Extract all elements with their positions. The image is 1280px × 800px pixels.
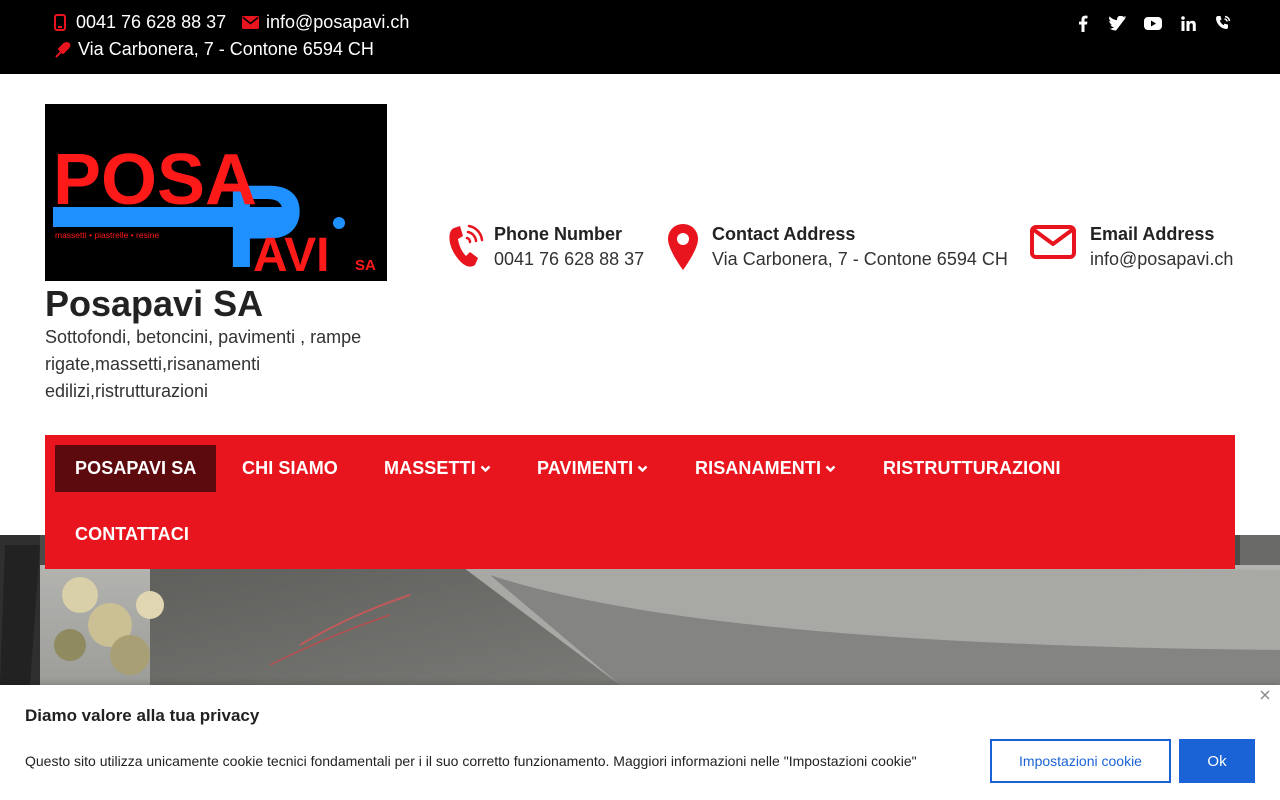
nav-item-posapavi-sa[interactable]: POSAPAVI SA — [55, 445, 217, 492]
chevron-down-icon — [480, 465, 491, 473]
header-phone-info: Phone Number 0041 76 628 88 37 — [444, 222, 644, 272]
nav-label: POSAPAVI SA — [75, 458, 197, 478]
phone-icon — [444, 222, 486, 272]
site-logo[interactable]: P POSA AVI massetti • piastrelle • resin… — [45, 104, 387, 281]
cookie-settings-button[interactable]: Impostazioni cookie — [990, 739, 1171, 783]
email-label: Email Address — [1090, 224, 1215, 244]
nav-label: RISANAMENTI — [695, 458, 822, 478]
topbar-email[interactable]: info@posapavi.ch — [240, 12, 409, 33]
location-pin-icon — [662, 222, 704, 272]
nav-item-contattaci[interactable]: CONTATTACI — [55, 511, 209, 558]
nav-label: CHI SIAMO — [242, 458, 338, 478]
chevron-down-icon — [637, 465, 648, 473]
nav-item-ristrutturazioni[interactable]: RISTRUTTURAZIONI — [863, 445, 1081, 492]
address-value: Via Carbonera, 7 - Contone 6594 CH — [712, 249, 1008, 269]
nav-item-chi-siamo[interactable]: CHI SIAMO — [222, 445, 358, 492]
site-title[interactable]: Posapavi SA — [45, 283, 263, 325]
cookie-ok-button[interactable]: Ok — [1179, 739, 1255, 783]
phone-label: Phone Number — [494, 224, 623, 244]
nav-label: RISTRUTTURAZIONI — [883, 458, 1061, 478]
nav-label: MASSETTI — [384, 458, 476, 478]
logo-tagline: massetti • piastrelle • resine — [55, 230, 159, 240]
envelope-icon — [240, 13, 260, 33]
logo-word-posa: POSA — [53, 140, 257, 220]
cookie-description: Questo sito utilizza unicamente cookie t… — [25, 753, 917, 769]
topbar-phone[interactable]: 0041 76 628 88 37 — [50, 12, 226, 33]
twitter-icon[interactable] — [1109, 13, 1127, 33]
topbar-address: Via Carbonera, 7 - Contone 6594 CH — [52, 39, 374, 60]
topbar-email-text: info@posapavi.ch — [266, 12, 410, 32]
social-links — [1074, 13, 1232, 33]
site-description: Sottofondi, betoncini, pavimenti , rampe… — [45, 327, 362, 401]
close-icon[interactable] — [1258, 688, 1272, 702]
address-label: Contact Address — [712, 224, 856, 244]
topbar-phone-text: 0041 76 628 88 37 — [76, 12, 227, 32]
nav-label: CONTATTACI — [75, 524, 189, 544]
phone-value[interactable]: 0041 76 628 88 37 — [494, 247, 644, 272]
phone-call-icon[interactable] — [1214, 13, 1232, 33]
logo-word-avi: AVI — [253, 229, 329, 281]
chevron-down-icon — [825, 465, 836, 473]
youtube-icon[interactable] — [1144, 13, 1162, 33]
email-value[interactable]: info@posapavi.ch — [1090, 247, 1233, 272]
facebook-icon[interactable] — [1074, 13, 1092, 33]
mobile-phone-icon — [50, 13, 70, 33]
cookie-banner: Diamo valore alla tua privacy Questo sit… — [0, 685, 1280, 800]
header-email-info: Email Address info@posapavi.ch — [1028, 222, 1233, 272]
top-bar: 0041 76 628 88 37 info@posapavi.ch Via C… — [0, 0, 1280, 74]
envelope-icon — [1028, 222, 1078, 272]
nav-label: PAVIMENTI — [537, 458, 634, 478]
cookie-title: Diamo valore alla tua privacy — [25, 706, 260, 725]
main-navigation: POSAPAVI SA CHI SIAMO MASSETTI PAVIMENTI… — [45, 435, 1235, 569]
topbar-address-text: Via Carbonera, 7 - Contone 6594 CH — [78, 39, 374, 59]
nav-item-massetti[interactable]: MASSETTI — [364, 445, 511, 492]
linkedin-icon[interactable] — [1179, 13, 1197, 33]
header-address-info: Contact Address Via Carbonera, 7 - Conto… — [662, 222, 1008, 272]
logo-suffix: SA — [355, 257, 376, 274]
map-marker-icon — [52, 40, 72, 60]
nav-item-pavimenti[interactable]: PAVIMENTI — [517, 445, 668, 492]
nav-item-risanamenti[interactable]: RISANAMENTI — [675, 445, 856, 492]
